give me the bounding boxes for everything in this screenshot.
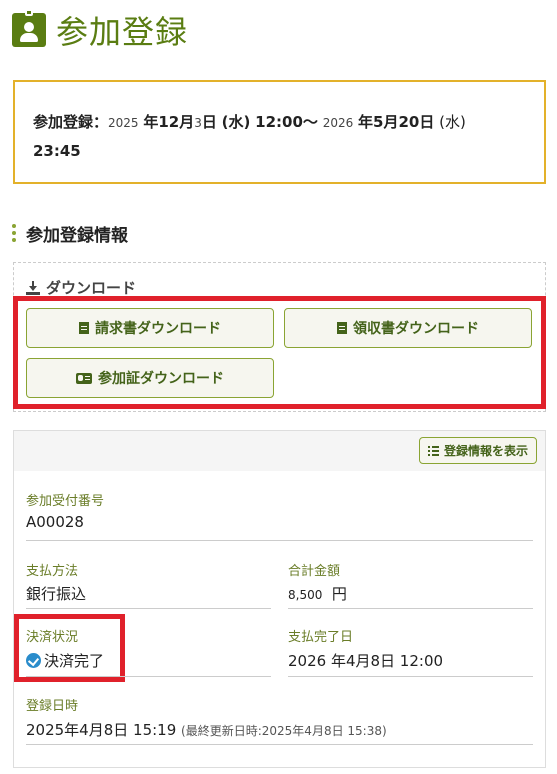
last-updated-note: (最終更新日時:2025年4月8日 15:38) <box>181 724 387 738</box>
show-registration-info-label: 登録情報を表示 <box>443 444 528 458</box>
list-icon <box>427 446 439 456</box>
id-badge-icon <box>12 9 46 47</box>
download-icon <box>26 280 40 295</box>
certificate-download-button[interactable]: 参加証ダウンロード <box>26 358 274 398</box>
page-header: 参加登録 <box>12 8 188 52</box>
payment-status-highlight <box>14 614 125 682</box>
period-end-weekday: (水) <box>439 113 466 131</box>
id-card-icon <box>76 372 92 384</box>
period-start-date: 年12月 <box>143 113 195 131</box>
receipt-number-value: A00028 <box>26 513 84 531</box>
paid-date-label: 支払完了日 <box>288 630 354 645</box>
period-end-year: 2026 <box>322 116 354 130</box>
period-start-weekday: (水) <box>221 113 251 131</box>
period-label: 参加登録： <box>33 113 109 131</box>
section-heading: 参加登録情報 <box>12 221 128 246</box>
show-registration-info-button[interactable]: 登録情報を表示 <box>419 437 537 464</box>
check-circle-icon <box>26 653 41 668</box>
period-end-time: 23:45 <box>33 142 81 160</box>
invoice-download-button[interactable]: 請求書ダウンロード <box>26 308 274 348</box>
divider <box>26 540 533 541</box>
receipt-download-button[interactable]: 領収書ダウンロード <box>284 308 532 348</box>
payment-status-value: 決済完了 <box>26 650 104 671</box>
section-title: 参加登録情報 <box>26 225 128 246</box>
invoice-download-label: 請求書ダウンロード <box>95 321 221 337</box>
receipt-number-label: 参加受付番号 <box>26 494 105 509</box>
divider <box>26 608 271 609</box>
divider <box>26 744 533 745</box>
period-end-date: 年5月20日 <box>358 113 435 131</box>
page-title: 参加登録 <box>56 13 189 51</box>
registered-at-label: 登録日時 <box>26 699 79 714</box>
divider <box>288 608 533 609</box>
divider <box>288 676 533 677</box>
registration-period-box: 参加登録：2025 年12月3日 (水) 12:00〜 2026 年5月20日 … <box>13 80 546 184</box>
registration-info-panel <box>13 430 546 768</box>
registered-at-value: 2025年4月8日 15:19 (最終更新日時:2025年4月8日 15:38) <box>26 719 387 740</box>
download-heading-label: ダウンロード <box>46 279 137 297</box>
period-start-day-suffix: 日 <box>201 113 217 131</box>
period-start-day: 3 <box>194 116 202 130</box>
payment-status-text: 決済完了 <box>44 652 105 670</box>
registered-at-text: 2025年4月8日 15:19 <box>26 721 177 739</box>
dots-icon <box>12 224 16 242</box>
certificate-download-label: 参加証ダウンロード <box>98 371 224 387</box>
total-amount-number: 8,500 <box>288 588 323 602</box>
period-start-time: 12:00〜 <box>255 113 318 131</box>
period-start-year: 2025 <box>108 116 139 130</box>
receipt-download-label: 領収書ダウンロード <box>353 321 479 337</box>
payment-status-label: 決済状況 <box>26 630 79 645</box>
payment-method-label: 支払方法 <box>26 564 79 579</box>
total-amount-unit: 円 <box>331 585 347 603</box>
total-amount-value: 8,500 円 <box>288 583 347 604</box>
paid-date-value: 2026 年4月8日 12:00 <box>288 652 444 670</box>
download-heading: ダウンロード <box>26 277 136 298</box>
payment-method-value: 銀行振込 <box>26 585 87 603</box>
divider <box>26 676 271 677</box>
document-icon <box>337 322 347 334</box>
document-icon <box>79 322 89 334</box>
total-amount-label: 合計金額 <box>288 564 341 579</box>
